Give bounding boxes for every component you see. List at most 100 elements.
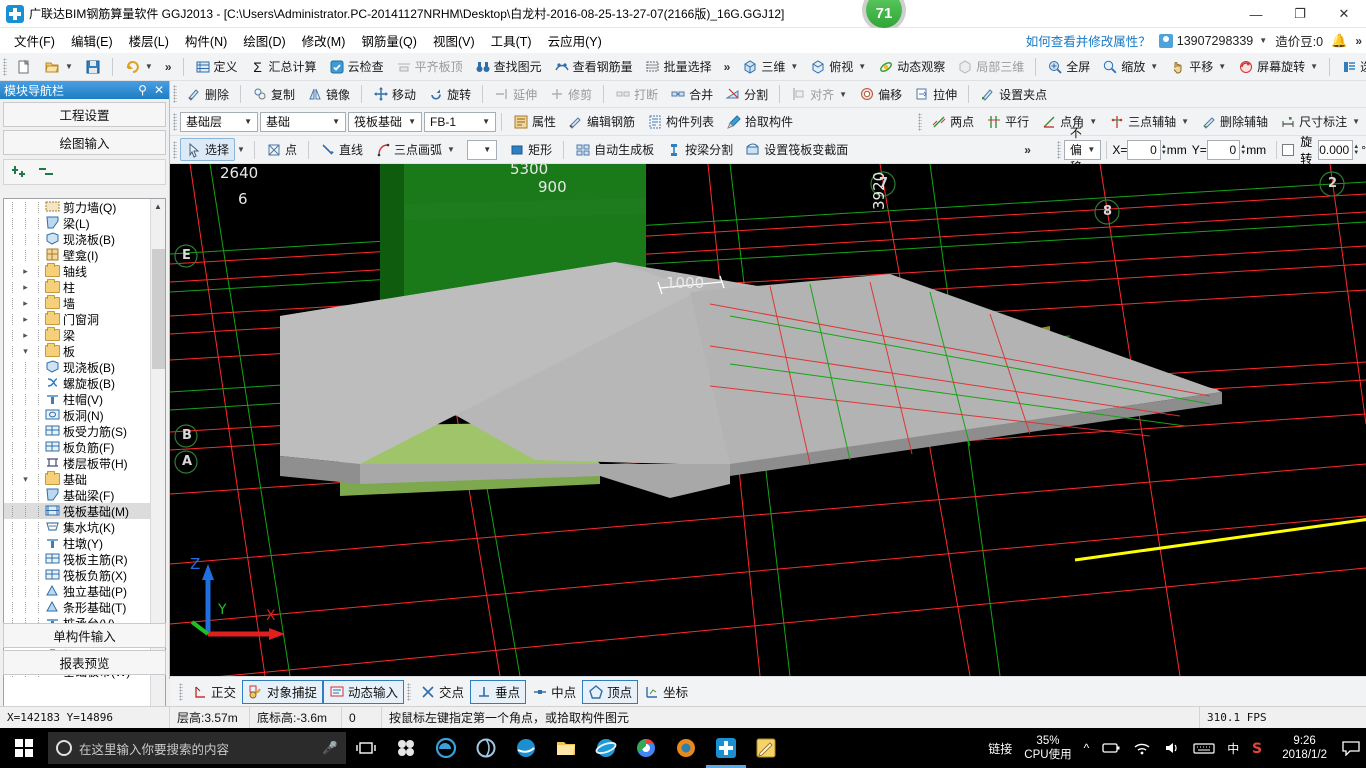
menu-overflow-button[interactable]: » xyxy=(1355,34,1362,48)
scroll-up-icon[interactable]: ▲ xyxy=(151,199,165,214)
align-button[interactable]: 对齐 ▼ xyxy=(785,83,853,106)
delete-button[interactable]: 删除 xyxy=(180,83,235,106)
help-link[interactable]: 如何查看并修改属性？ xyxy=(1026,31,1151,50)
open-file-button[interactable]: ▼ xyxy=(38,55,79,78)
chevron-down-icon[interactable]: ▾ xyxy=(19,474,32,485)
tree-item[interactable]: ▸ 门窗洞 xyxy=(4,311,152,327)
chevron-down-icon[interactable]: ▼ xyxy=(1089,117,1097,126)
tree-item[interactable]: ▸ 轴线 xyxy=(4,263,152,279)
chevron-down-icon[interactable]: ▼ xyxy=(237,145,245,154)
menu-component[interactable]: 构件(N) xyxy=(177,28,235,53)
toolbar-overflow-mid[interactable]: » xyxy=(724,60,731,74)
select-floor-button[interactable]: 选择楼层 xyxy=(1335,55,1366,78)
pin-icon[interactable]: ⚲ xyxy=(138,83,147,97)
chevron-down-icon[interactable]: ▼ xyxy=(839,90,847,99)
menu-modify[interactable]: 修改(M) xyxy=(294,28,354,53)
tree-item[interactable]: 基础梁(F) xyxy=(4,487,152,503)
ortho-toggle[interactable]: 正交 xyxy=(186,680,242,704)
category-select[interactable]: 基础 ▼ xyxy=(260,111,346,132)
drawing-input-button[interactable]: 绘图输入 xyxy=(3,130,166,155)
menu-rebar-quantity[interactable]: 钢筋量(Q) xyxy=(353,28,425,53)
toolbar-grip[interactable] xyxy=(1056,140,1061,159)
tree-item[interactable]: 板受力筋(S) xyxy=(4,423,152,439)
arc-tool-button[interactable]: 三点画弧 ▼ xyxy=(369,138,461,161)
rect-tool-button[interactable]: 矩形 xyxy=(503,138,558,161)
split-by-beam-button[interactable]: 按梁分割 xyxy=(660,138,739,161)
undo-button[interactable]: ▼ xyxy=(118,55,159,78)
tree-item[interactable]: 剪力墙(Q) xyxy=(4,199,152,215)
chevron-down-icon[interactable]: ▼ xyxy=(447,145,455,154)
trim-button[interactable]: 修剪 xyxy=(543,83,598,106)
ie-icon[interactable] xyxy=(586,728,626,768)
fullscreen-button[interactable]: 全屏 xyxy=(1041,55,1096,78)
y-input[interactable]: 0 xyxy=(1206,139,1241,160)
chevron-right-icon[interactable]: ▸ xyxy=(19,298,32,309)
properties-button[interactable]: 属性 xyxy=(507,110,562,133)
menu-draw[interactable]: 绘图(D) xyxy=(235,28,293,53)
close-button[interactable]: ✕ xyxy=(1322,0,1366,28)
rotate-input[interactable]: 0.000 xyxy=(1318,139,1354,160)
line-tool-button[interactable]: 直线 xyxy=(314,138,369,161)
toolbar-grip[interactable] xyxy=(3,57,7,76)
tree-item[interactable]: 筏板负筋(X) xyxy=(4,567,152,583)
ggj-app-icon[interactable] xyxy=(706,728,746,768)
wifi-icon[interactable] xyxy=(1127,741,1157,755)
tree-item[interactable]: ▸ 柱 xyxy=(4,279,152,295)
edit-rebar-button[interactable]: 编辑钢筋 xyxy=(562,110,641,133)
tree-item[interactable]: 现浇板(B) xyxy=(4,359,152,375)
chevron-down-icon[interactable]: ▼ xyxy=(858,62,866,71)
x-input[interactable]: 0 xyxy=(1127,139,1161,160)
toolbar-overflow-left[interactable]: » xyxy=(165,60,172,74)
chevron-down-icon[interactable]: ▼ xyxy=(145,62,153,71)
stretch-button[interactable]: 拉伸 xyxy=(908,83,963,106)
tree-item[interactable]: 板洞(N) xyxy=(4,407,152,423)
menu-floor[interactable]: 楼层(L) xyxy=(121,28,177,53)
toolbar-grip[interactable] xyxy=(173,85,177,103)
type-select[interactable]: 筏板基础 ▼ xyxy=(348,111,422,132)
minimize-button[interactable]: — xyxy=(1234,0,1278,28)
floor-select[interactable]: 基础层 ▼ xyxy=(180,111,258,132)
scroll-thumb[interactable] xyxy=(152,249,165,369)
cloud-check-button[interactable]: 云检查 xyxy=(323,55,390,78)
ie-browser-icon[interactable] xyxy=(506,728,546,768)
align-slab-top-button[interactable]: 平齐板顶 xyxy=(390,55,469,78)
find-element-button[interactable]: 查找图元 xyxy=(469,55,548,78)
edge-icon[interactable] xyxy=(426,728,466,768)
chevron-right-icon[interactable]: ▸ xyxy=(19,266,32,277)
copy-button[interactable]: 复制 xyxy=(246,83,301,106)
chevron-down-icon[interactable]: ▼ xyxy=(1352,117,1360,126)
chevron-down-icon[interactable]: ▼ xyxy=(1218,62,1226,71)
action-center-icon[interactable] xyxy=(1336,740,1366,756)
tree-item[interactable]: 筏板主筋(R) xyxy=(4,551,152,567)
rotate-checkbox[interactable] xyxy=(1282,143,1295,156)
tree-item[interactable]: 条形基础(T) xyxy=(4,599,152,615)
component-list-button[interactable]: 构件列表 xyxy=(641,110,720,133)
screen-rotate-button[interactable]: 屏幕旋转 ▼ xyxy=(1232,55,1324,78)
dynamic-input-toggle[interactable]: 动态输入 xyxy=(323,679,405,704)
remove-all-icon[interactable] xyxy=(38,163,56,182)
tray-expand-icon[interactable]: ^ xyxy=(1078,741,1096,755)
chevron-down-icon[interactable]: ▼ xyxy=(1150,62,1158,71)
microphone-icon[interactable]: 🎤 xyxy=(322,741,338,756)
batch-select-button[interactable]: 批量选择 xyxy=(639,55,718,78)
perpendicular-snap-toggle[interactable]: 垂点 xyxy=(470,679,527,704)
point-tool-button[interactable]: 点 xyxy=(260,138,303,161)
member-select[interactable]: FB-1 ▼ xyxy=(424,111,496,132)
menu-edit[interactable]: 编辑(E) xyxy=(63,28,121,53)
task-view-icon[interactable] xyxy=(346,728,386,768)
offset-mode-select[interactable]: 不偏移 ▼ xyxy=(1063,126,1102,174)
pan-button[interactable]: 平移 ▼ xyxy=(1164,55,1232,78)
summary-calc-button[interactable]: Σ 汇总计算 xyxy=(244,55,323,78)
single-component-input-button[interactable]: 单构件输入 xyxy=(3,623,166,648)
volume-icon[interactable] xyxy=(1157,741,1187,755)
chevron-down-icon[interactable]: ▼ xyxy=(1181,117,1189,126)
maximize-button[interactable]: ❐ xyxy=(1278,0,1322,28)
tree-item[interactable]: ▸ 梁 xyxy=(4,327,152,343)
file-explorer-icon[interactable] xyxy=(546,728,586,768)
tree-item[interactable]: 独立基础(P) xyxy=(4,583,152,599)
menu-file[interactable]: 文件(F) xyxy=(6,28,63,53)
tree-item[interactable]: ▾ 板 xyxy=(4,343,152,359)
tree-item[interactable]: ▾ 基础 xyxy=(4,471,152,487)
save-button[interactable] xyxy=(79,55,107,78)
account-chip[interactable]: 13907298339 ▼ xyxy=(1158,33,1267,48)
